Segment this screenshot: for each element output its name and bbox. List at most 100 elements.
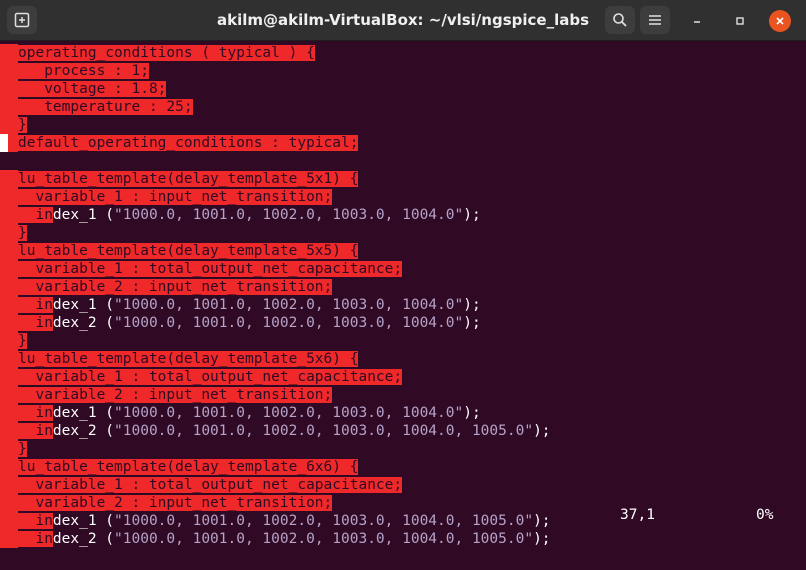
code-text: dex_2 (	[52, 531, 115, 547]
line-gutter	[0, 44, 18, 62]
code-text: dex_2 (	[52, 315, 115, 331]
buffer-line: lu_table_template(delay_template_6x6) {	[0, 458, 359, 476]
buffer-line: }	[0, 332, 27, 350]
line-gutter	[0, 296, 18, 314]
buffer-line: index_1 ("1000.0, 1001.0, 1002.0, 1003.0…	[0, 512, 551, 530]
buffer-line: operating_conditions ( typical ) {	[0, 44, 315, 62]
highlighted-text: }	[18, 225, 27, 241]
line-gutter	[0, 422, 18, 440]
search-icon	[613, 13, 627, 27]
title-bar: akilm@akilm-VirtualBox: ~/vlsi/ngspice_l…	[0, 0, 806, 41]
code-text: dex_2 (	[52, 423, 115, 439]
string-literal: "1000.0, 1001.0, 1002.0, 1003.0, 1004.0"	[114, 297, 464, 313]
highlighted-text: in	[18, 513, 53, 529]
line-gutter	[0, 224, 18, 242]
line-gutter	[0, 368, 18, 386]
line-gutter	[0, 206, 18, 224]
buffer-line: }	[0, 440, 27, 458]
line-gutter	[0, 512, 18, 530]
line-gutter	[0, 62, 18, 80]
buffer-line: variable_1 : total_output_net_capacitanc…	[0, 260, 403, 278]
buffer-line: index_2 ("1000.0, 1001.0, 1002.0, 1003.0…	[0, 422, 551, 440]
highlighted-text: in	[18, 207, 53, 223]
line-gutter	[0, 242, 18, 260]
highlighted-text: in	[18, 405, 53, 421]
line-gutter	[0, 170, 18, 188]
line-gutter	[0, 260, 18, 278]
highlighted-text: }	[18, 333, 27, 349]
highlighted-text: in	[18, 315, 53, 331]
line-gutter	[0, 80, 18, 98]
highlighted-text: variable_1 : total_output_net_capacitanc…	[18, 261, 403, 277]
line-gutter	[0, 278, 18, 296]
line-gutter	[0, 98, 18, 116]
string-literal: "1000.0, 1001.0, 1002.0, 1003.0, 1004.0,…	[114, 513, 534, 529]
buffer-line: index_2 ("1000.0, 1001.0, 1002.0, 1003.0…	[0, 530, 551, 548]
minimize-button[interactable]	[686, 10, 708, 32]
buffer-line: }	[0, 224, 27, 242]
highlighted-text: variable_2 : input_net_transition;	[18, 279, 333, 295]
search-button[interactable]	[605, 6, 635, 34]
close-icon	[776, 17, 784, 25]
close-button[interactable]	[769, 10, 791, 32]
line-gutter	[0, 332, 18, 350]
string-literal: "1000.0, 1001.0, 1002.0, 1003.0, 1004.0,…	[114, 531, 534, 547]
string-literal: "1000.0, 1001.0, 1002.0, 1003.0, 1004.0"	[114, 315, 464, 331]
buffer-line: variable_1 : total_output_net_capacitanc…	[0, 368, 403, 386]
buffer-line: voltage : 1.8;	[0, 80, 167, 98]
highlighted-text: process : 1;	[18, 63, 149, 79]
code-text: );	[533, 423, 551, 439]
code-text: dex_1 (	[52, 207, 115, 223]
line-gutter	[0, 530, 18, 548]
terminal-editor-area[interactable]: operating_conditions ( typical ) { proce…	[0, 41, 806, 570]
buffer-line	[0, 152, 18, 170]
buffer-line: default_operating_conditions : typical;	[0, 134, 359, 152]
buffer-line: variable_1 : input_net_transition;	[0, 188, 333, 206]
highlighted-text: variable_2 : input_net_transition;	[18, 495, 333, 511]
code-text: );	[533, 531, 551, 547]
line-gutter	[0, 458, 18, 476]
line-gutter	[0, 134, 18, 152]
line-gutter	[0, 386, 18, 404]
code-text: );	[463, 297, 481, 313]
highlighted-text: operating_conditions ( typical ) {	[18, 45, 315, 61]
line-gutter	[0, 350, 18, 368]
string-literal: "1000.0, 1001.0, 1002.0, 1003.0, 1004.0"	[114, 405, 464, 421]
buffer-line: lu_table_template(delay_template_5x1) {	[0, 170, 359, 188]
highlighted-text: variable_1 : input_net_transition;	[18, 189, 333, 205]
highlighted-text: lu_table_template(delay_template_5x5) {	[18, 243, 359, 259]
buffer-line: lu_table_template(delay_template_5x5) {	[0, 242, 359, 260]
buffer-line: index_1 ("1000.0, 1001.0, 1002.0, 1003.0…	[0, 296, 481, 314]
string-literal: "1000.0, 1001.0, 1002.0, 1003.0, 1004.0"	[114, 207, 464, 223]
highlighted-text: lu_table_template(delay_template_5x6) {	[18, 351, 359, 367]
line-gutter	[0, 476, 18, 494]
highlighted-text: }	[18, 441, 27, 457]
highlighted-text: in	[18, 297, 53, 313]
buffer-line: }	[0, 116, 27, 134]
buffer-line: index_2 ("1000.0, 1001.0, 1002.0, 1003.0…	[0, 314, 481, 332]
buffer-line: index_1 ("1000.0, 1001.0, 1002.0, 1003.0…	[0, 404, 481, 422]
maximize-icon	[736, 17, 744, 25]
maximize-button[interactable]	[729, 10, 751, 32]
highlighted-text: lu_table_template(delay_template_5x1) {	[18, 171, 359, 187]
menu-button[interactable]	[640, 6, 670, 34]
line-gutter	[0, 116, 18, 134]
buffer-line: variable_2 : input_net_transition;	[0, 386, 333, 404]
line-gutter	[0, 188, 18, 206]
highlighted-text: variable_2 : input_net_transition;	[18, 387, 333, 403]
buffer-line: variable_2 : input_net_transition;	[0, 278, 333, 296]
buffer-line: process : 1;	[0, 62, 149, 80]
hamburger-menu-icon	[649, 15, 661, 25]
highlighted-text: lu_table_template(delay_template_6x6) {	[18, 459, 359, 475]
line-gutter	[0, 440, 18, 458]
cursor-position: 37,1	[620, 507, 655, 523]
highlighted-text: voltage : 1.8;	[18, 81, 167, 97]
line-gutter	[0, 152, 18, 170]
line-gutter	[0, 314, 18, 332]
highlighted-text: in	[18, 423, 53, 439]
buffer-line: variable_2 : input_net_transition;	[0, 494, 333, 512]
code-text: dex_1 (	[52, 297, 115, 313]
buffer-line: temperature : 25;	[0, 98, 193, 116]
line-gutter	[0, 404, 18, 422]
buffer-line: lu_table_template(delay_template_5x6) {	[0, 350, 359, 368]
